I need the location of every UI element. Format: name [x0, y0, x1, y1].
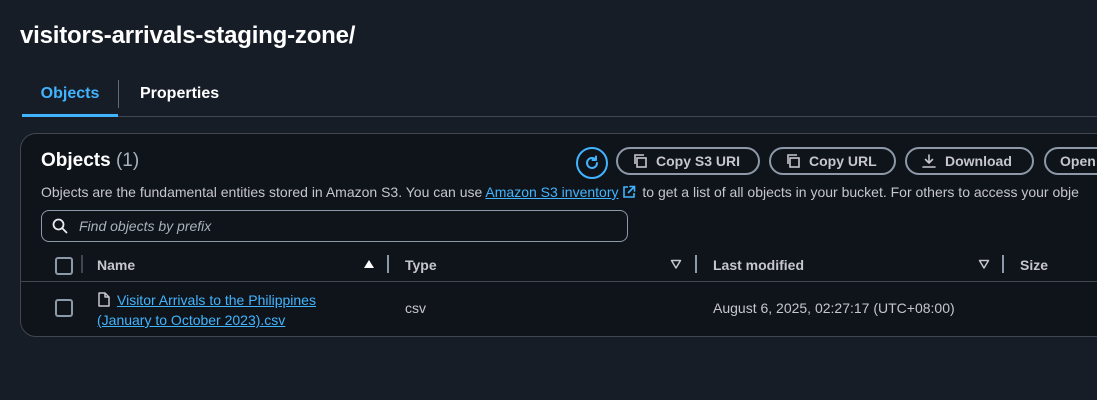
tab-objects[interactable]: Objects — [22, 78, 118, 117]
objects-heading: Objects (1) — [41, 150, 139, 172]
download-label: Download — [945, 153, 1012, 169]
external-link-icon — [623, 185, 636, 198]
copy-url-button[interactable]: Copy URL — [769, 147, 896, 175]
object-name-link-line2[interactable]: (January to October 2023).csv — [97, 312, 285, 328]
tab-properties[interactable]: Properties — [122, 78, 237, 114]
column-header-size[interactable]: Size — [1020, 257, 1048, 273]
sort-icon[interactable] — [670, 258, 682, 270]
page-title: visitors-arrivals-staging-zone/ — [20, 22, 356, 49]
copy-icon — [634, 154, 647, 168]
object-name-cell: Visitor Arrivals to the Philippines (Jan… — [97, 290, 347, 330]
objects-description: Objects are the fundamental entities sto… — [41, 184, 1079, 200]
column-resizer[interactable] — [695, 255, 697, 273]
open-label: Open — [1060, 153, 1096, 169]
copy-icon — [787, 154, 800, 168]
download-button[interactable]: Download — [905, 147, 1034, 175]
objects-count: (1) — [115, 150, 140, 171]
description-text-before: Objects are the fundamental entities sto… — [41, 184, 486, 200]
tab-divider — [118, 80, 119, 108]
search-input[interactable] — [77, 217, 601, 235]
copy-s3-uri-button[interactable]: Copy S3 URI — [616, 147, 760, 175]
object-last-modified: August 6, 2025, 02:27:17 (UTC+08:00) — [713, 300, 955, 316]
tab-bar: Objects Properties — [22, 78, 1097, 117]
column-resizer[interactable] — [1002, 255, 1004, 273]
description-text-after: to get a list of all objects in your buc… — [638, 184, 1079, 200]
select-all-checkbox[interactable] — [55, 257, 73, 275]
table-row: Visitor Arrivals to the Philippines (Jan… — [21, 282, 1097, 336]
object-type: csv — [405, 300, 426, 316]
refresh-icon — [586, 155, 598, 169]
open-button[interactable]: Open — [1044, 147, 1097, 175]
table-header: Name Type Last modified Size — [21, 251, 1097, 282]
search-box[interactable] — [41, 210, 628, 242]
sort-icon[interactable] — [978, 258, 990, 270]
row-checkbox[interactable] — [55, 299, 73, 317]
objects-heading-label: Objects — [41, 150, 111, 171]
column-header-name[interactable]: Name — [97, 257, 135, 273]
s3-inventory-link[interactable]: Amazon S3 inventory — [485, 184, 618, 200]
object-name-link-line1[interactable]: Visitor Arrivals to the Philippines — [117, 292, 316, 308]
objects-panel: Objects (1) Copy S3 URI Copy URL Downloa… — [20, 133, 1097, 337]
search-icon — [52, 218, 68, 234]
copy-url-label: Copy URL — [809, 153, 877, 169]
column-resizer[interactable] — [387, 255, 389, 273]
sort-ascending-icon[interactable] — [363, 258, 375, 270]
column-header-last-modified[interactable]: Last modified — [713, 257, 804, 273]
refresh-button[interactable] — [576, 147, 608, 179]
column-header-type[interactable]: Type — [405, 257, 437, 273]
file-icon — [98, 292, 110, 307]
column-divider — [81, 255, 83, 273]
copy-s3-uri-label: Copy S3 URI — [656, 153, 741, 169]
download-icon — [922, 154, 936, 168]
